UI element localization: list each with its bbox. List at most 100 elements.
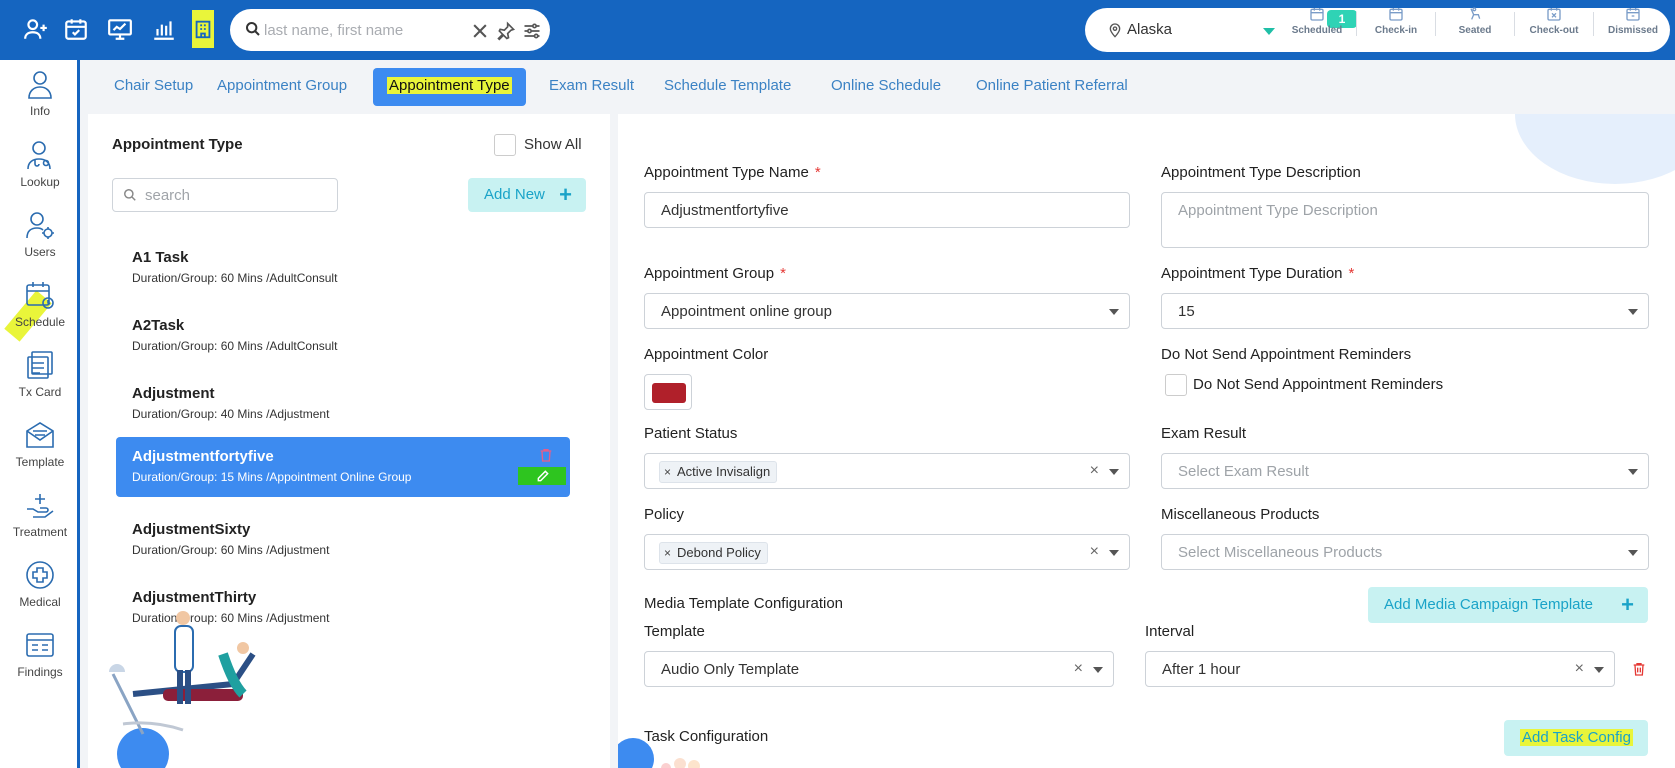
- chevron-down-icon: [1093, 667, 1103, 673]
- clear-icon[interactable]: ×: [1074, 660, 1083, 678]
- group-value: Appointment online group: [661, 303, 832, 320]
- interval-value: After 1 hour: [1162, 661, 1241, 678]
- clear-icon[interactable]: ×: [1575, 660, 1584, 678]
- misc-products-label: Miscellaneous Products: [1161, 506, 1320, 523]
- group-select[interactable]: Appointment online group: [644, 293, 1130, 329]
- sidebar-item-treatment[interactable]: Treatment: [0, 481, 80, 547]
- tab-appointment-group[interactable]: Appointment Group: [203, 68, 361, 106]
- trash-icon[interactable]: [1631, 660, 1647, 678]
- list-search: [112, 178, 338, 212]
- item-detail: Duration/Group: 40 Mins /Adjustment: [132, 407, 330, 421]
- status-check-out[interactable]: Check-out: [1515, 6, 1593, 42]
- chip-label: Debond Policy: [677, 545, 761, 560]
- patient-status-select[interactable]: × Active Invisalign ×: [644, 453, 1130, 489]
- sidebar-item-label: Treatment: [12, 525, 68, 539]
- tab-schedule-template[interactable]: Schedule Template: [650, 68, 805, 106]
- interval-select[interactable]: After 1 hour ×: [1145, 651, 1615, 687]
- tab-appointment-type[interactable]: Appointment Type: [373, 68, 526, 106]
- location-dropdown-caret[interactable]: [1263, 28, 1275, 35]
- building-icon[interactable]: [192, 10, 214, 48]
- sidebar-item-info[interactable]: Info: [0, 60, 80, 126]
- list-item-selected[interactable]: Adjustmentfortyfive Duration/Group: 15 M…: [116, 437, 570, 497]
- media-section-label: Media Template Configuration: [644, 595, 844, 612]
- sidebar: Info Lookup Users Schedule Tx Card Templ…: [0, 60, 80, 768]
- sidebar-item-label: Template: [15, 455, 65, 469]
- sidebar-item-medical[interactable]: Medical: [0, 551, 80, 617]
- description-placeholder: Appointment Type Description: [1178, 202, 1378, 219]
- status-label: Seated: [1458, 25, 1492, 36]
- list-item[interactable]: Adjustment Duration/Group: 40 Mins /Adju…: [116, 374, 570, 434]
- policy-select[interactable]: × Debond Policy ×: [644, 534, 1130, 570]
- show-all-checkbox[interactable]: [494, 134, 516, 156]
- status-seated[interactable]: Seated: [1436, 6, 1514, 42]
- clear-icon[interactable]: ×: [1090, 543, 1099, 561]
- clear-icon[interactable]: [470, 21, 490, 41]
- type-name-field[interactable]: Adjustmentfortyfive: [644, 192, 1130, 228]
- trash-icon[interactable]: [538, 447, 554, 463]
- sidebar-item-template[interactable]: Template: [0, 411, 80, 477]
- add-task-config-button[interactable]: Add Task Config: [1504, 720, 1648, 756]
- duration-label: Appointment Type Duration *: [1161, 265, 1354, 282]
- tab-online-patient-referral[interactable]: Online Patient Referral: [962, 68, 1142, 106]
- type-name-label: Appointment Type Name *: [644, 164, 821, 181]
- panel-title: Appointment Type: [112, 136, 243, 153]
- description-field[interactable]: Appointment Type Description: [1161, 192, 1649, 248]
- tab-chair-setup[interactable]: Chair Setup: [100, 68, 207, 106]
- label-text: Appointment Type Name: [644, 164, 809, 181]
- misc-products-select[interactable]: Select Miscellaneous Products: [1161, 534, 1649, 570]
- findings-icon: [26, 633, 54, 657]
- sidebar-item-users[interactable]: Users: [0, 201, 80, 267]
- clear-icon[interactable]: ×: [1090, 462, 1099, 480]
- list-search-input[interactable]: [145, 186, 325, 204]
- sidebar-item-tx-card[interactable]: Tx Card: [0, 341, 80, 407]
- sidebar-item-findings[interactable]: Findings: [0, 621, 80, 687]
- chevron-down-icon: [1628, 309, 1638, 315]
- item-detail: Duration/Group: 60 Mins /AdultConsult: [132, 339, 338, 353]
- misc-products-placeholder: Select Miscellaneous Products: [1178, 544, 1383, 561]
- check-in-icon: [1389, 8, 1403, 21]
- color-picker[interactable]: [644, 374, 692, 410]
- item-name: Adjustmentfortyfive: [132, 448, 274, 465]
- button-label: Add Task Config: [1520, 729, 1633, 746]
- pin-icon[interactable]: [496, 21, 516, 41]
- edit-icon: [537, 470, 549, 482]
- item-name: A2Task: [132, 317, 185, 334]
- add-patient-icon[interactable]: [22, 15, 50, 43]
- calendar-check-icon[interactable]: [62, 15, 90, 43]
- tab-online-schedule[interactable]: Online Schedule: [817, 68, 955, 106]
- item-detail: Duration/Group: 15 Mins /Appointment Onl…: [132, 470, 412, 484]
- template-select[interactable]: Audio Only Template ×: [644, 651, 1114, 687]
- dismissed-icon: [1626, 8, 1640, 21]
- sidebar-item-label: Users: [24, 245, 56, 259]
- medical-icon: [26, 561, 54, 589]
- sidebar-item-lookup[interactable]: Lookup: [0, 131, 80, 197]
- monitor-report-icon[interactable]: [106, 15, 134, 43]
- tx-card-icon: [27, 351, 53, 379]
- duration-select[interactable]: 15: [1161, 293, 1649, 329]
- patient-search-input[interactable]: [264, 19, 464, 41]
- tab-exam-result[interactable]: Exam Result: [535, 68, 648, 106]
- show-all-label: Show All: [524, 136, 582, 153]
- color-preview: [652, 383, 686, 403]
- list-item[interactable]: A2Task Duration/Group: 60 Mins /AdultCon…: [116, 306, 570, 366]
- status-scheduled[interactable]: Scheduled: [1278, 6, 1356, 42]
- status-label: Check-in: [1374, 25, 1418, 36]
- chip-remove-icon[interactable]: ×: [664, 546, 671, 560]
- sidebar-item-schedule[interactable]: Schedule: [0, 271, 80, 342]
- edit-button[interactable]: [518, 467, 566, 485]
- list-item[interactable]: AdjustmentSixty Duration/Group: 60 Mins …: [116, 510, 570, 570]
- add-media-campaign-button[interactable]: Add Media Campaign Template +: [1368, 587, 1648, 623]
- doctor-icon: [27, 141, 51, 170]
- location-name[interactable]: Alaska: [1127, 21, 1172, 38]
- filter-settings-icon[interactable]: [522, 21, 542, 41]
- status-check-in[interactable]: Check-in: [1357, 6, 1435, 42]
- label-text: Appointment Type Duration: [1161, 265, 1343, 282]
- list-item[interactable]: A1 Task Duration/Group: 60 Mins /AdultCo…: [116, 238, 570, 298]
- chevron-down-icon: [1628, 469, 1638, 475]
- add-new-button[interactable]: Add New +: [468, 178, 586, 212]
- chip-remove-icon[interactable]: ×: [664, 465, 671, 479]
- exam-result-select[interactable]: Select Exam Result: [1161, 453, 1649, 489]
- bar-chart-icon[interactable]: [150, 15, 178, 43]
- status-dismissed[interactable]: Dismissed: [1594, 6, 1672, 42]
- reminders-checkbox[interactable]: [1165, 374, 1187, 396]
